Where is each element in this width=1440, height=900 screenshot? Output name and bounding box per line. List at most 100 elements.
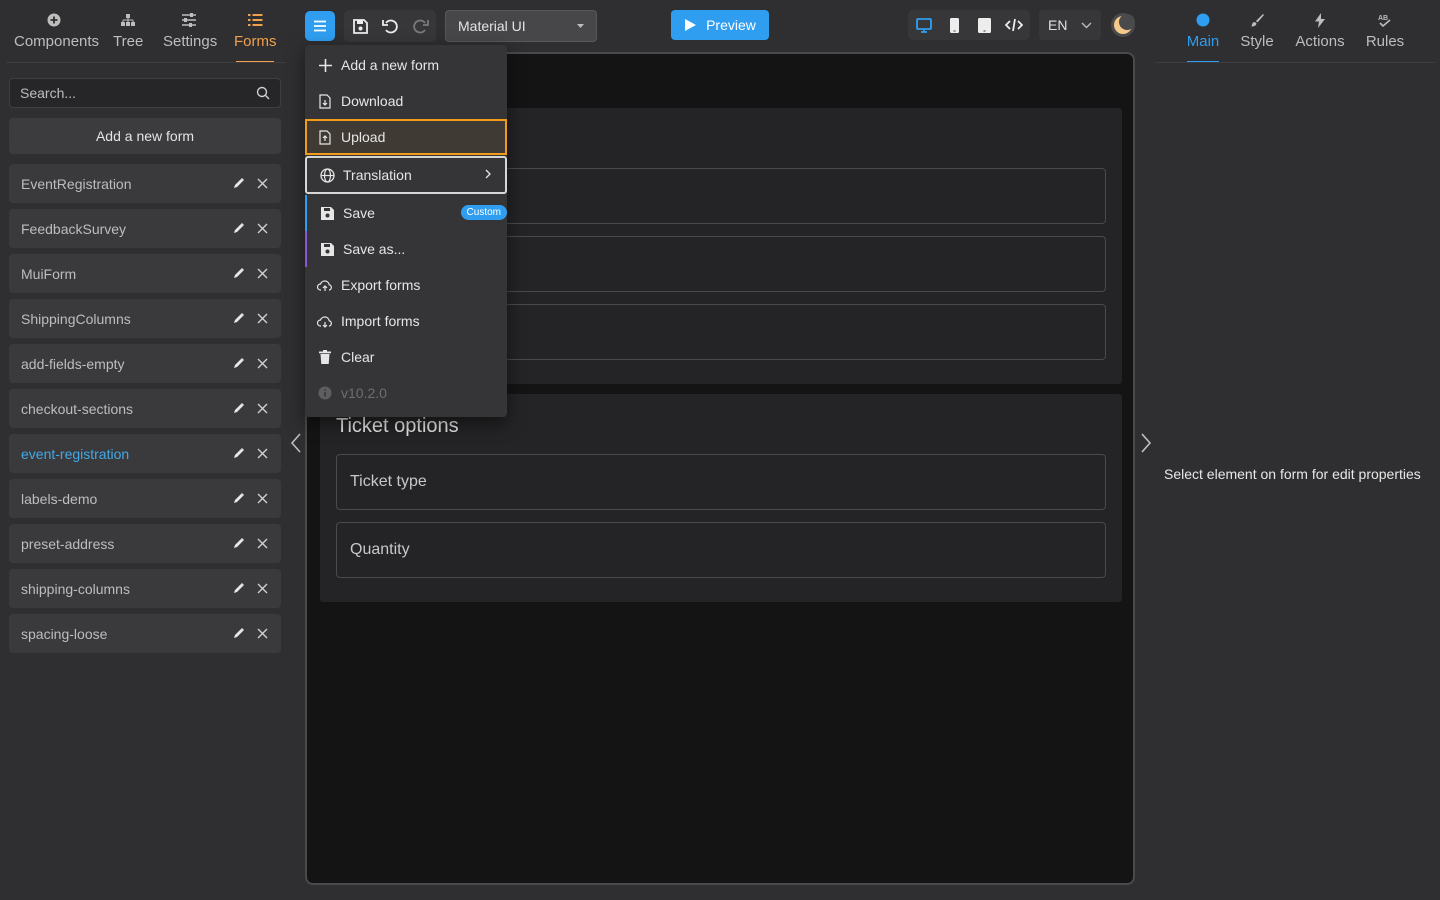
code-icon[interactable] bbox=[1004, 15, 1024, 35]
chevron-down-icon bbox=[1081, 22, 1092, 29]
tab-components[interactable]: Components bbox=[14, 10, 99, 50]
pencil-icon[interactable] bbox=[231, 627, 245, 641]
close-icon[interactable] bbox=[255, 537, 269, 551]
chevron-right-icon bbox=[485, 169, 491, 179]
menu-item-clear[interactable]: Clear bbox=[305, 339, 507, 375]
search-icon[interactable] bbox=[256, 86, 270, 100]
left-divider bbox=[6, 62, 286, 63]
form-item-checkout-sections[interactable]: checkout-sections bbox=[9, 389, 281, 428]
redo-icon[interactable] bbox=[410, 16, 430, 36]
menu-item-label: Save bbox=[343, 205, 375, 221]
tab-settings[interactable]: Settings bbox=[163, 10, 218, 50]
form-section-ticket-options[interactable]: Ticket options Ticket type Quantity bbox=[320, 394, 1122, 602]
collapse-left-icon[interactable] bbox=[287, 432, 307, 454]
form-item-muiform[interactable]: MuiForm bbox=[9, 254, 281, 293]
close-icon[interactable] bbox=[255, 492, 269, 506]
quantity-field[interactable]: Quantity bbox=[336, 522, 1106, 578]
globe-icon bbox=[319, 167, 335, 183]
pencil-icon[interactable] bbox=[231, 582, 245, 596]
tab-tree[interactable]: Tree bbox=[113, 10, 143, 50]
form-item-feedbacksurvey[interactable]: FeedbackSurvey bbox=[9, 209, 281, 248]
tab-actions[interactable]: Actions bbox=[1295, 10, 1345, 50]
tab-main[interactable]: Main bbox=[1185, 10, 1221, 50]
brush-icon bbox=[1240, 10, 1274, 30]
forms-search bbox=[9, 78, 281, 108]
plus-icon bbox=[317, 57, 333, 73]
plus-circle-icon bbox=[14, 10, 94, 30]
collapse-right-icon[interactable] bbox=[1136, 432, 1156, 454]
close-icon[interactable] bbox=[255, 402, 269, 416]
tab-settings-label: Settings bbox=[163, 33, 218, 50]
device-switcher bbox=[908, 10, 1030, 40]
search-input[interactable] bbox=[20, 85, 240, 101]
form-item-event-registration[interactable]: event-registration bbox=[9, 434, 281, 473]
pencil-icon[interactable] bbox=[231, 312, 245, 326]
menu-item-label: Translation bbox=[343, 167, 412, 183]
preview-button[interactable]: Preview bbox=[671, 10, 769, 40]
pencil-icon[interactable] bbox=[231, 177, 245, 191]
desktop-icon[interactable] bbox=[914, 15, 934, 35]
sliders-icon bbox=[163, 10, 215, 30]
save-icon[interactable] bbox=[350, 16, 370, 36]
pencil-icon[interactable] bbox=[231, 447, 245, 461]
form-item-shippingcolumns[interactable]: ShippingColumns bbox=[9, 299, 281, 338]
custom-badge: Custom bbox=[460, 205, 507, 220]
pencil-icon[interactable] bbox=[231, 222, 245, 236]
tab-forms[interactable]: Forms bbox=[234, 10, 277, 50]
form-name: checkout-sections bbox=[21, 400, 134, 417]
svg-text:AB: AB bbox=[1378, 15, 1388, 22]
form-item-shipping-columns[interactable]: shipping-columns bbox=[9, 569, 281, 608]
menu-item-save-as[interactable]: Save as... bbox=[305, 231, 507, 267]
menu-item-label: Import forms bbox=[341, 313, 420, 329]
main-menu-button[interactable] bbox=[305, 11, 335, 41]
form-item-preset-address[interactable]: preset-address bbox=[9, 524, 281, 563]
tab-rules[interactable]: AB Rules bbox=[1365, 10, 1405, 50]
close-icon[interactable] bbox=[255, 357, 269, 371]
form-item-add-fields-empty[interactable]: add-fields-empty bbox=[9, 344, 281, 383]
close-icon[interactable] bbox=[255, 177, 269, 191]
close-icon[interactable] bbox=[255, 312, 269, 326]
component-library-select[interactable]: Material UI bbox=[445, 10, 597, 42]
close-icon[interactable] bbox=[255, 267, 269, 281]
tablet-icon[interactable] bbox=[974, 15, 994, 35]
form-name: FeedbackSurvey bbox=[21, 220, 127, 237]
language-select[interactable]: EN bbox=[1039, 10, 1101, 40]
form-item-eventregistration[interactable]: EventRegistration bbox=[9, 164, 281, 203]
close-icon[interactable] bbox=[255, 582, 269, 596]
menu-item-upload[interactable]: Upload bbox=[305, 119, 507, 155]
form-item-labels-demo[interactable]: labels-demo bbox=[9, 479, 281, 518]
main-menu-dropdown: Add a new form Download Upload Translati… bbox=[305, 45, 507, 417]
add-new-form-button[interactable]: Add a new form bbox=[9, 118, 281, 154]
library-value: Material UI bbox=[458, 18, 526, 34]
menu-item-export-forms[interactable]: Export forms bbox=[305, 267, 507, 303]
undo-icon[interactable] bbox=[380, 16, 400, 36]
form-name: preset-address bbox=[21, 535, 115, 552]
tab-style[interactable]: Style bbox=[1240, 10, 1274, 50]
field-label: Quantity bbox=[350, 541, 410, 558]
mobile-icon[interactable] bbox=[944, 15, 964, 35]
pencil-icon[interactable] bbox=[231, 267, 245, 281]
pencil-icon[interactable] bbox=[231, 492, 245, 506]
menu-item-import-forms[interactable]: Import forms bbox=[305, 303, 507, 339]
menu-item-download[interactable]: Download bbox=[305, 83, 507, 119]
tab-main-label: Main bbox=[1186, 33, 1220, 50]
pencil-icon[interactable] bbox=[231, 402, 245, 416]
close-icon[interactable] bbox=[255, 627, 269, 641]
menu-item-save[interactable]: Save Custom bbox=[305, 195, 507, 231]
lightning-icon bbox=[1295, 10, 1345, 30]
pencil-icon[interactable] bbox=[231, 357, 245, 371]
form-item-spacing-loose[interactable]: spacing-loose bbox=[9, 614, 281, 653]
version-label: v10.2.0 bbox=[341, 385, 387, 401]
close-icon[interactable] bbox=[255, 447, 269, 461]
menu-item-add-new-form[interactable]: Add a new form bbox=[305, 47, 507, 83]
menu-item-translation[interactable]: Translation bbox=[305, 156, 507, 194]
menu-item-label: Upload bbox=[341, 129, 386, 145]
ticket-type-field[interactable]: Ticket type bbox=[336, 454, 1106, 510]
right-divider bbox=[1155, 62, 1435, 63]
theme-toggle-button[interactable] bbox=[1110, 12, 1136, 38]
rules-icon: AB bbox=[1365, 10, 1405, 30]
pencil-icon[interactable] bbox=[231, 537, 245, 551]
close-icon[interactable] bbox=[255, 222, 269, 236]
cloud-upload-icon bbox=[317, 277, 333, 293]
tab-tree-label: Tree bbox=[113, 33, 144, 50]
